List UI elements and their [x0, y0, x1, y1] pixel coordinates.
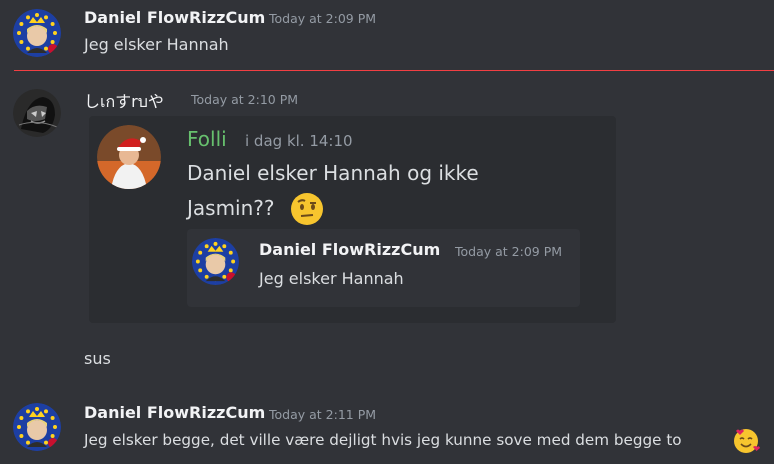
smiling-hearts-emoji: [731, 425, 761, 455]
skull-avatar[interactable]: [13, 89, 61, 137]
embed-text-line1: Daniel elsker Hannah og ikke: [187, 161, 479, 185]
timestamp: Today at 2:09 PM: [269, 11, 377, 26]
quoted-text: Jeg elsker Hannah: [259, 269, 404, 288]
username[interactable]: Daniel FlowRizzCum: [84, 403, 265, 422]
santa-avatar[interactable]: [97, 125, 161, 189]
embed-timestamp: i dag kl. 14:10: [245, 132, 353, 150]
new-messages-divider: [14, 70, 774, 71]
eu-flag-avatar[interactable]: [13, 403, 61, 451]
message-text: Jeg elsker Hannah: [84, 35, 229, 54]
embed-author[interactable]: Folli: [187, 127, 227, 151]
embed-text-line2: Jasmin??: [187, 196, 275, 220]
timestamp: Today at 2:10 PM: [191, 92, 299, 107]
quoted-timestamp: Today at 2:09 PM: [455, 244, 563, 259]
quoted-username[interactable]: Daniel FlowRizzCum: [259, 240, 440, 259]
username[interactable]: Daniel FlowRizzCum: [84, 8, 265, 27]
message-text: Jeg elsker begge, det ville være dejligt…: [84, 431, 682, 449]
eu-flag-avatar[interactable]: [13, 9, 61, 57]
raised-eyebrow-emoji: [289, 191, 325, 227]
message-text: sus: [84, 349, 111, 368]
eu-flag-avatar[interactable]: [192, 238, 239, 285]
username[interactable]: しเกすrบや: [84, 88, 164, 115]
timestamp: Today at 2:11 PM: [269, 407, 377, 422]
